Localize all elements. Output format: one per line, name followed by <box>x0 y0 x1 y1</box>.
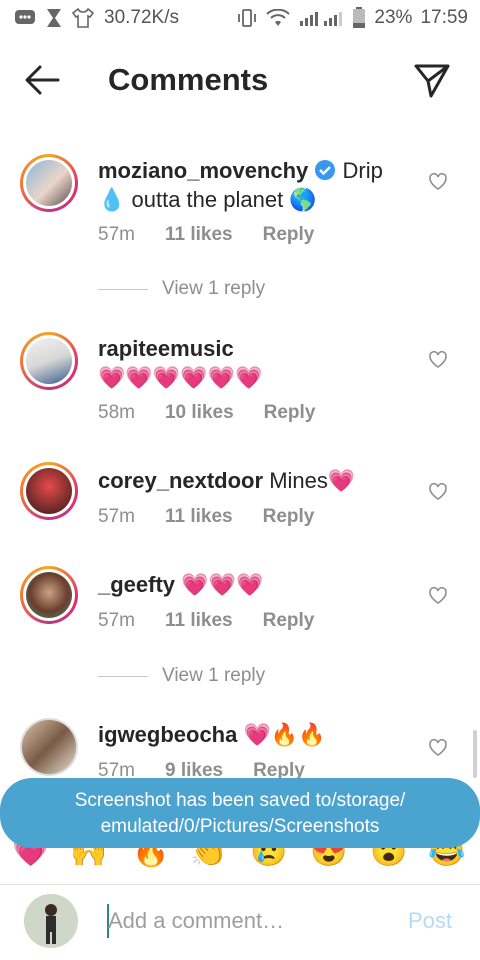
reply-button[interactable]: Reply <box>263 224 315 246</box>
reply-button[interactable]: Reply <box>264 402 316 424</box>
reply-divider <box>98 288 148 290</box>
reply-button[interactable]: Reply <box>263 506 315 528</box>
network-speed: 30.72K/s <box>104 7 179 28</box>
message-icon <box>15 10 35 24</box>
reply-button[interactable]: Reply <box>263 610 315 632</box>
page-title: Comments <box>108 62 269 97</box>
toast-line-1: Screenshot has been saved to/storage/ <box>74 790 406 811</box>
comment-likes[interactable]: 11 likes <box>165 610 233 632</box>
avatar[interactable] <box>20 718 78 776</box>
comment-item: _geefty 💗💗💗 57m 11 likes Reply <box>0 566 480 646</box>
comment-text: 💗💗💗💗💗💗 <box>98 365 263 390</box>
comment-likes[interactable]: 11 likes <box>165 506 233 528</box>
avatar[interactable] <box>20 154 78 212</box>
comment-item: igwegbeocha 💗🔥🔥 57m 9 likes Reply <box>0 718 480 784</box>
comment-username[interactable]: _geefty <box>98 572 175 597</box>
comment-time: 57m <box>98 610 135 631</box>
avatar[interactable] <box>20 462 78 520</box>
user-photo-icon <box>24 894 78 948</box>
signal-icon <box>300 12 343 26</box>
comment-username[interactable]: corey_nextdoor <box>98 468 263 493</box>
tshirt-icon <box>72 8 94 28</box>
reply-divider <box>98 675 148 677</box>
comment-username[interactable]: igwegbeocha <box>98 722 237 747</box>
like-heart-icon[interactable] <box>428 586 448 606</box>
comment-text: 💗💗💗 <box>181 572 264 597</box>
comment-likes[interactable]: 10 likes <box>165 402 234 424</box>
comment-likes[interactable]: 11 likes <box>165 224 233 246</box>
vibrate-icon <box>238 9 257 27</box>
like-heart-icon[interactable] <box>428 350 448 370</box>
screenshot-toast: Screenshot has been saved to/storage/ em… <box>0 778 480 848</box>
comment-username[interactable]: moziano_movenchy <box>98 158 308 183</box>
like-heart-icon[interactable] <box>428 482 448 502</box>
clock: 17:59 <box>420 7 468 28</box>
comments-header: Comments <box>0 44 480 116</box>
comment-item: corey_nextdoor Mines💗 57m 11 likes Reply <box>0 460 480 540</box>
current-user-avatar <box>24 894 78 948</box>
post-button[interactable]: Post <box>408 908 452 934</box>
avatar[interactable] <box>20 332 78 390</box>
comment-username[interactable]: rapiteemusic <box>98 336 234 361</box>
comment-time: 57m <box>98 506 135 527</box>
view-replies-button[interactable]: View 1 reply <box>98 278 265 300</box>
comment-item: moziano_movenchy Drip 💧 outta the planet… <box>0 150 480 260</box>
comment-item: rapiteemusic 💗💗💗💗💗💗 58m 10 likes Reply <box>0 330 480 430</box>
view-replies-label: View 1 reply <box>162 278 266 299</box>
comment-time: 58m <box>98 402 135 423</box>
comment-text: Mines💗 <box>269 468 356 493</box>
hourglass-icon <box>47 9 61 27</box>
like-heart-icon[interactable] <box>428 172 448 192</box>
wifi-icon <box>266 9 291 26</box>
comment-text: 💗🔥🔥 <box>243 722 326 747</box>
view-replies-label: View 1 reply <box>162 665 266 686</box>
status-bar: 30.72K/s 23% 17:59 <box>0 0 480 36</box>
verified-badge-icon <box>315 160 336 180</box>
battery-percent: 23% <box>374 7 413 28</box>
comment-time: 57m <box>98 224 135 245</box>
composer-divider <box>0 884 480 885</box>
like-heart-icon[interactable] <box>428 738 448 758</box>
battery-icon <box>353 7 366 28</box>
toast-line-2: emulated/0/Pictures/Screenshots <box>100 816 380 837</box>
back-arrow-icon[interactable] <box>22 62 62 98</box>
comment-input[interactable]: Add a comment… <box>108 908 284 934</box>
avatar[interactable] <box>20 566 78 624</box>
view-replies-button[interactable]: View 1 reply <box>98 665 265 687</box>
comment-composer: Add a comment… Post <box>0 886 480 960</box>
send-icon[interactable] <box>412 60 452 100</box>
scrollbar[interactable] <box>473 730 477 778</box>
